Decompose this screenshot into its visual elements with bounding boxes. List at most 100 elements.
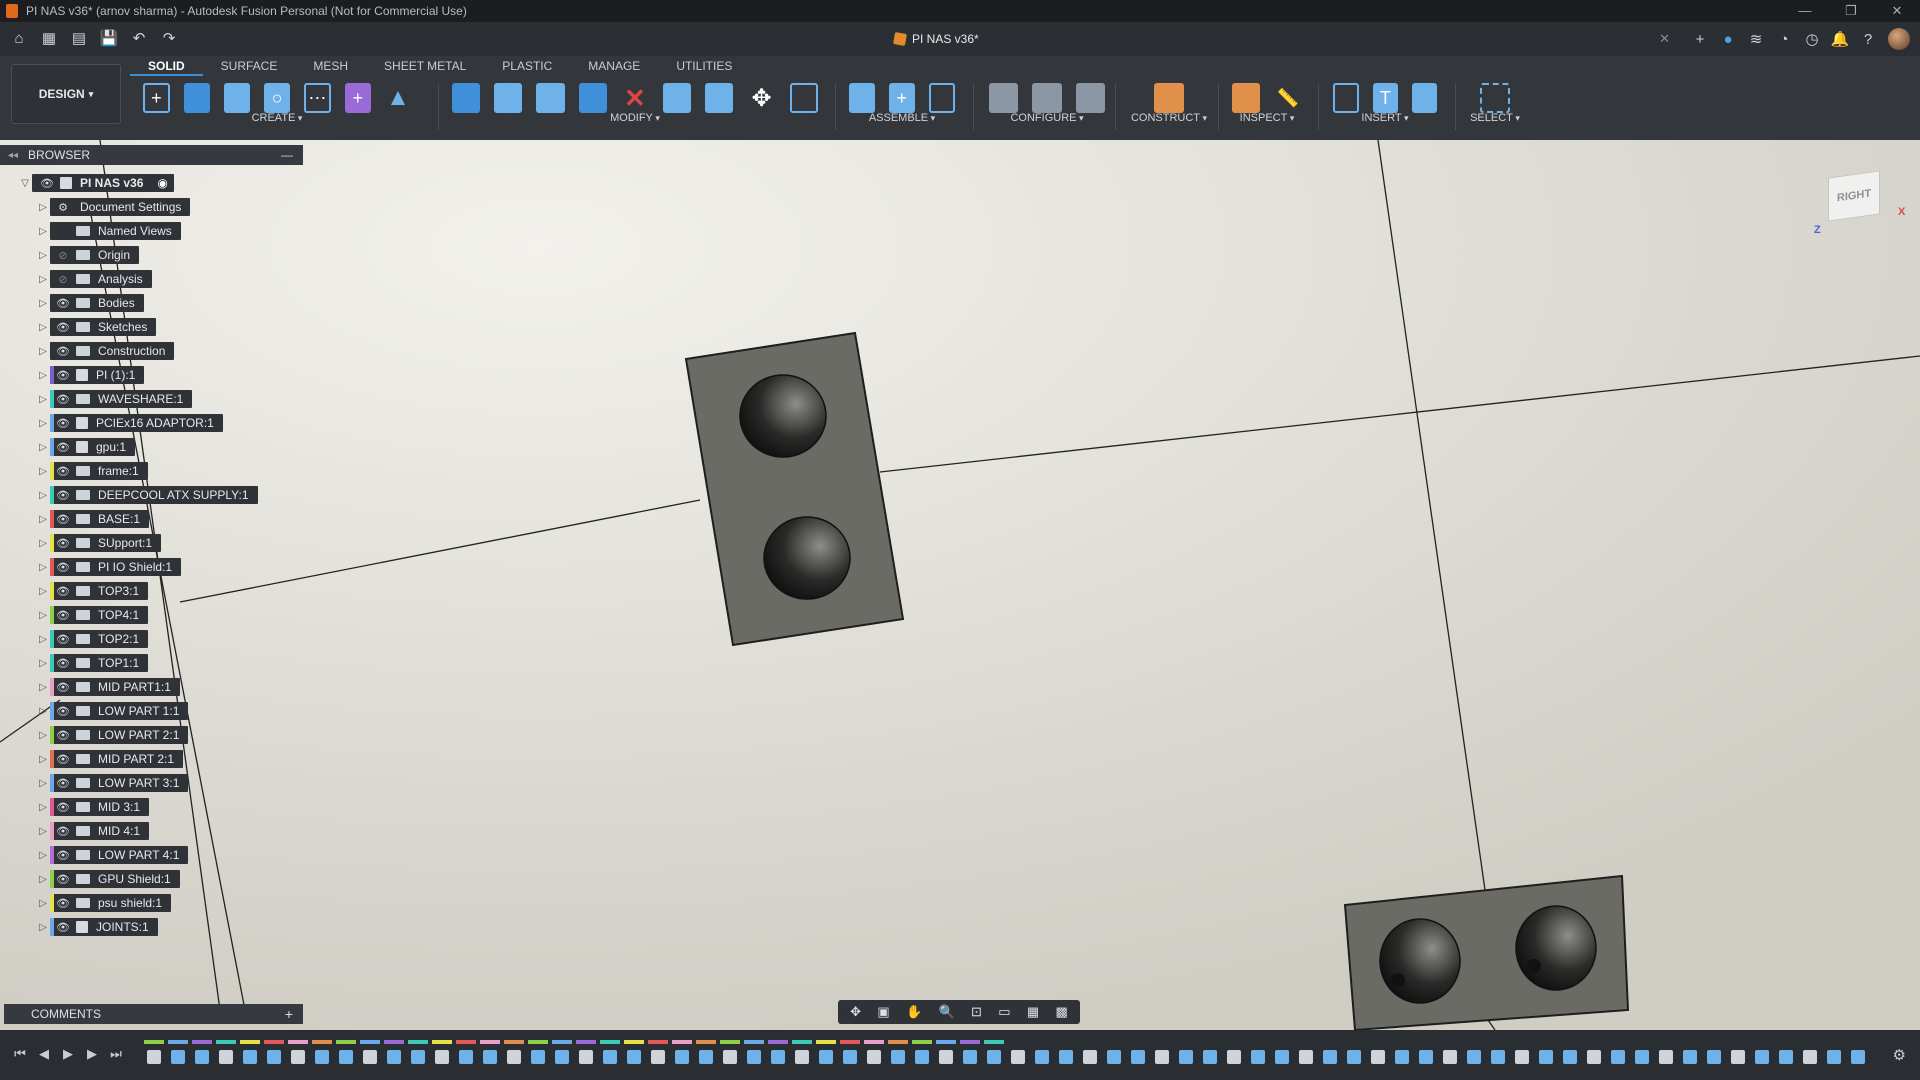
bell-icon[interactable]: 🔔 [1826,30,1854,48]
create-sketch-icon[interactable]: + [143,83,170,113]
browser-item[interactable]: ▷ 👁 JOINTS:1 [36,918,158,936]
timeline-feature-icon[interactable] [987,1050,1001,1064]
modify-group-label[interactable]: MODIFY [445,112,825,124]
comments-panel[interactable]: COMMENTS + [4,1004,303,1024]
timeline-feature-icon[interactable] [1419,1050,1433,1064]
timeline-feature-icon[interactable] [1515,1050,1529,1064]
viewports-icon[interactable]: ▩ [1056,1004,1068,1020]
eye-icon[interactable]: 👁 [54,729,72,742]
eye-icon[interactable]: 👁 [54,489,72,502]
timeline-feature-icon[interactable] [1443,1050,1457,1064]
timeline-track[interactable] [144,1038,1869,1070]
eye-icon[interactable]: 👁 [54,393,72,406]
eye-icon[interactable]: 👁 [54,753,72,766]
file-icon[interactable]: ▤ [68,28,90,50]
timeline-feature-icon[interactable] [1179,1050,1193,1064]
browser-item[interactable]: ▷ 👁 TOP3:1 [36,582,149,600]
browser-item[interactable]: ▷ ⊘ Analysis [36,270,152,288]
timeline-feature-icon[interactable] [555,1050,569,1064]
add-comment-button[interactable]: + [285,1006,293,1022]
browser-item[interactable]: ▷ 👁 PCIEx16 ADAPTOR:1 [36,414,223,432]
eye-icon[interactable]: 👁 [54,417,72,430]
timeline-feature-icon[interactable] [1251,1050,1265,1064]
chevron-right-icon[interactable]: ▷ [36,538,50,549]
eye-hidden-icon[interactable]: ⊘ [54,249,72,262]
timeline-feature-icon[interactable] [699,1050,713,1064]
chevron-right-icon[interactable]: ▷ [36,922,50,933]
timeline-feature-icon[interactable] [1347,1050,1361,1064]
tab-manage[interactable]: MANAGE [570,56,658,76]
timeline-feature-icon[interactable] [315,1050,329,1064]
orbit-icon[interactable]: ✥ [850,1004,861,1020]
fillet-icon[interactable] [494,83,523,113]
viewcube-face[interactable]: RIGHT [1828,170,1880,222]
timeline-back-button[interactable]: ◀ [32,1046,56,1062]
plus-icon[interactable]: + [1686,31,1714,48]
eye-icon[interactable]: 👁 [54,561,72,574]
insert-derive-icon[interactable] [1333,83,1359,113]
browser-item[interactable]: ▷ 👁 Bodies [36,294,144,312]
chevron-right-icon[interactable]: ▷ [36,658,50,669]
eye-icon[interactable]: 👁 [38,177,56,190]
timeline-feature-icon[interactable] [843,1050,857,1064]
eye-icon[interactable]: 👁 [54,441,72,454]
browser-item[interactable]: ▷ 👁 MID PART 2:1 [36,750,184,768]
timeline-start-button[interactable]: ⏮ [8,1046,32,1062]
timeline-feature-icon[interactable] [1155,1050,1169,1064]
inspect-group-label[interactable]: INSPECT [1225,112,1309,124]
chevron-right-icon[interactable]: ▷ [36,610,50,621]
browser-item[interactable]: ▷ 👁 BASE:1 [36,510,150,528]
chevron-right-icon[interactable]: ▷ [36,418,50,429]
chevron-right-icon[interactable]: ▷ [36,730,50,741]
tab-utilities[interactable]: UTILITIES [658,56,750,76]
browser-item[interactable]: ▷ 👁 MID PART1:1 [36,678,180,696]
timeline-feature-icon[interactable] [1827,1050,1841,1064]
browser-item[interactable]: ▷ 👁 TOP2:1 [36,630,149,648]
help-circle-icon[interactable]: ● [1714,31,1742,48]
chevron-right-icon[interactable]: ▷ [36,370,50,381]
eye-icon[interactable]: 👁 [54,921,72,934]
eye-icon[interactable]: 👁 [54,465,72,478]
timeline-feature-icon[interactable] [219,1050,233,1064]
timeline-feature-icon[interactable] [1083,1050,1097,1064]
chamfer-icon[interactable] [536,83,565,113]
clock-icon[interactable]: ◷ [1798,30,1826,48]
timeline-feature-icon[interactable] [411,1050,425,1064]
pan-icon[interactable]: ✋ [906,1004,922,1020]
offset-plane-icon[interactable] [1154,83,1184,113]
eye-icon[interactable]: 👁 [54,897,72,910]
browser-item[interactable]: ▷ 👁 Construction [36,342,175,360]
eye-icon[interactable]: 👁 [54,513,72,526]
look-at-icon[interactable]: ▣ [877,1004,889,1020]
eye-icon[interactable]: 👁 [54,537,72,550]
browser-item[interactable]: ▷ 👁 DEEPCOOL ATX SUPPLY:1 [36,486,258,504]
grid-icon[interactable]: ▦ [38,28,60,50]
timeline-feature-icon[interactable] [243,1050,257,1064]
move-icon[interactable]: ✥ [747,83,775,113]
timeline-feature-icon[interactable] [1635,1050,1649,1064]
mirror-icon[interactable]: ▲ [385,83,411,113]
chevron-right-icon[interactable]: ▷ [36,706,50,717]
chevron-right-icon[interactable]: ▷ [36,466,50,477]
press-pull-icon[interactable] [452,83,481,113]
chevron-right-icon[interactable]: ▷ [36,586,50,597]
chevron-right-icon[interactable]: ▷ [36,394,50,405]
browser-item[interactable]: ▷ 👁 LOW PART 4:1 [36,846,189,864]
timeline-feature-icon[interactable] [891,1050,905,1064]
tab-plastic[interactable]: PLASTIC [484,56,570,76]
timeline-feature-icon[interactable] [1203,1050,1217,1064]
tab-surface[interactable]: SURFACE [203,56,296,76]
save-icon[interactable]: 💾 [98,28,120,50]
chevron-right-icon[interactable]: ▷ [36,346,50,357]
chevron-right-icon[interactable]: ▷ [36,490,50,501]
chevron-right-icon[interactable]: ▷ [36,562,50,573]
interference-icon[interactable] [1232,83,1260,113]
timeline-feature-icon[interactable] [1131,1050,1145,1064]
redo-icon[interactable]: ↷ [158,28,180,50]
new-component-icon[interactable] [849,83,875,113]
timeline-feature-icon[interactable] [795,1050,809,1064]
assemble-group-label[interactable]: ASSEMBLE [842,112,962,124]
browser-item[interactable]: ▷ 👁 frame:1 [36,462,148,480]
radio-icon[interactable]: ◉ [157,176,167,190]
timeline-feature-icon[interactable] [1707,1050,1721,1064]
